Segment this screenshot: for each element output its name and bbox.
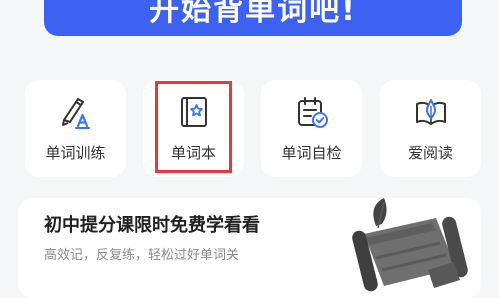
love-reading-label: 爱阅读 xyxy=(407,144,453,162)
open-book-leaf-icon xyxy=(415,99,446,125)
word-training-label: 单词训练 xyxy=(45,144,106,162)
start-memorizing-label: 开始背单词吧! xyxy=(149,0,357,28)
pen-letter-a-icon xyxy=(61,98,90,129)
promo-subtitle: 高效记，反复练，轻松过好单词关 xyxy=(44,248,240,263)
start-memorizing-button[interactable]: 开始背单词吧! xyxy=(44,0,462,36)
promo-title: 初中提分课限时免费学看看 xyxy=(44,215,260,236)
word-self-check-label: 单词自检 xyxy=(281,144,342,162)
scroll-feather-illustration xyxy=(352,198,468,292)
calendar-check-icon xyxy=(297,97,328,128)
vocabulary-book-highlight-box xyxy=(155,81,232,173)
love-reading-card[interactable]: 爱阅读 xyxy=(380,80,481,177)
word-self-check-card[interactable]: 单词自检 xyxy=(261,80,362,177)
word-training-card[interactable]: 单词训练 xyxy=(25,80,126,177)
promo-banner[interactable]: 初中提分课限时免费学看看 高效记，反复练，轻松过好单词关 xyxy=(18,198,481,298)
